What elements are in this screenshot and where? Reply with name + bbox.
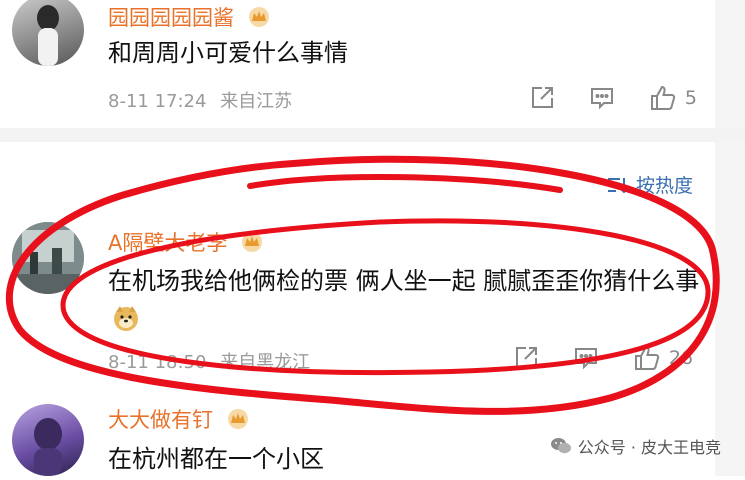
- watermark-text: 公众号 · 皮大王电竞: [577, 438, 721, 457]
- comment-item-2: A隔壁大老李 在机场我给他俩检的票 俩人坐一起 腻腻歪歪你猜什么事 8-11 1…: [0, 216, 745, 386]
- comment-item-1: 园园园园园酱 和周周小可爱什么事情 8-11 17:24 来自江苏 5: [0, 0, 745, 128]
- share-icon: [531, 87, 553, 108]
- section-divider: [0, 128, 745, 142]
- thumbs-up-icon: [650, 85, 676, 110]
- sort-icon: [607, 177, 628, 193]
- comment-text: 在机场我给他俩检的票 俩人坐一起 腻腻歪歪你猜什么事: [108, 260, 708, 345]
- username-text[interactable]: A隔壁大老李: [108, 231, 227, 255]
- crown-badge-icon: [240, 231, 264, 258]
- watermark: 公众号 · 皮大王电竞: [550, 434, 721, 458]
- red-annotation-inner-ellipse: [247, 173, 563, 193]
- wechat-icon: [550, 438, 571, 454]
- comment-text-content: 在机场我给他俩检的票 俩人坐一起 腻腻歪歪你猜什么事: [108, 267, 700, 295]
- like-count: 5: [684, 87, 697, 109]
- crown-badge-icon: [247, 6, 271, 33]
- avatar-photo: [34, 418, 62, 476]
- comment-time: 8-11 17:24: [108, 91, 207, 112]
- username[interactable]: A隔壁大老李: [108, 227, 264, 258]
- avatar[interactable]: [12, 404, 84, 476]
- like-count: 26: [668, 347, 693, 369]
- like-button[interactable]: 26: [633, 344, 693, 372]
- thumbs-up-icon: [634, 345, 659, 370]
- avatar[interactable]: [12, 0, 84, 66]
- share-button[interactable]: [529, 85, 555, 111]
- avatar[interactable]: [12, 222, 84, 294]
- comment-actions: 5: [529, 84, 697, 112]
- share-button[interactable]: [513, 345, 539, 371]
- comment-location: 来自江苏: [220, 91, 293, 112]
- sort-button[interactable]: 按热度: [606, 171, 693, 198]
- username[interactable]: 大大做有钉: [108, 404, 250, 435]
- username-text[interactable]: 大大做有钉: [108, 408, 213, 432]
- comment-icon: [590, 88, 613, 110]
- reply-button[interactable]: [573, 345, 599, 371]
- doge-emoji-icon: [112, 303, 140, 345]
- comment-meta: 8-11 18:50 来自黑龙江: [108, 348, 310, 374]
- like-button[interactable]: 5: [649, 84, 697, 112]
- comment-icon: [574, 348, 597, 370]
- username[interactable]: 园园园园园酱: [108, 2, 271, 33]
- crown-badge-icon: [226, 408, 250, 435]
- avatar-photo: [37, 5, 59, 66]
- comment-location: 来自黑龙江: [220, 352, 311, 373]
- share-icon: [515, 347, 537, 368]
- comment-text: 和周周小可爱什么事情: [108, 39, 348, 67]
- comment-time: 8-11 18:50: [108, 352, 207, 373]
- comment-meta: 8-11 17:24 来自江苏: [108, 87, 292, 113]
- comment-actions: 26: [513, 344, 693, 372]
- username-text[interactable]: 园园园园园酱: [108, 6, 234, 30]
- avatar-photo: [12, 222, 84, 294]
- reply-button[interactable]: [589, 85, 615, 111]
- sort-label[interactable]: 按热度: [636, 171, 693, 198]
